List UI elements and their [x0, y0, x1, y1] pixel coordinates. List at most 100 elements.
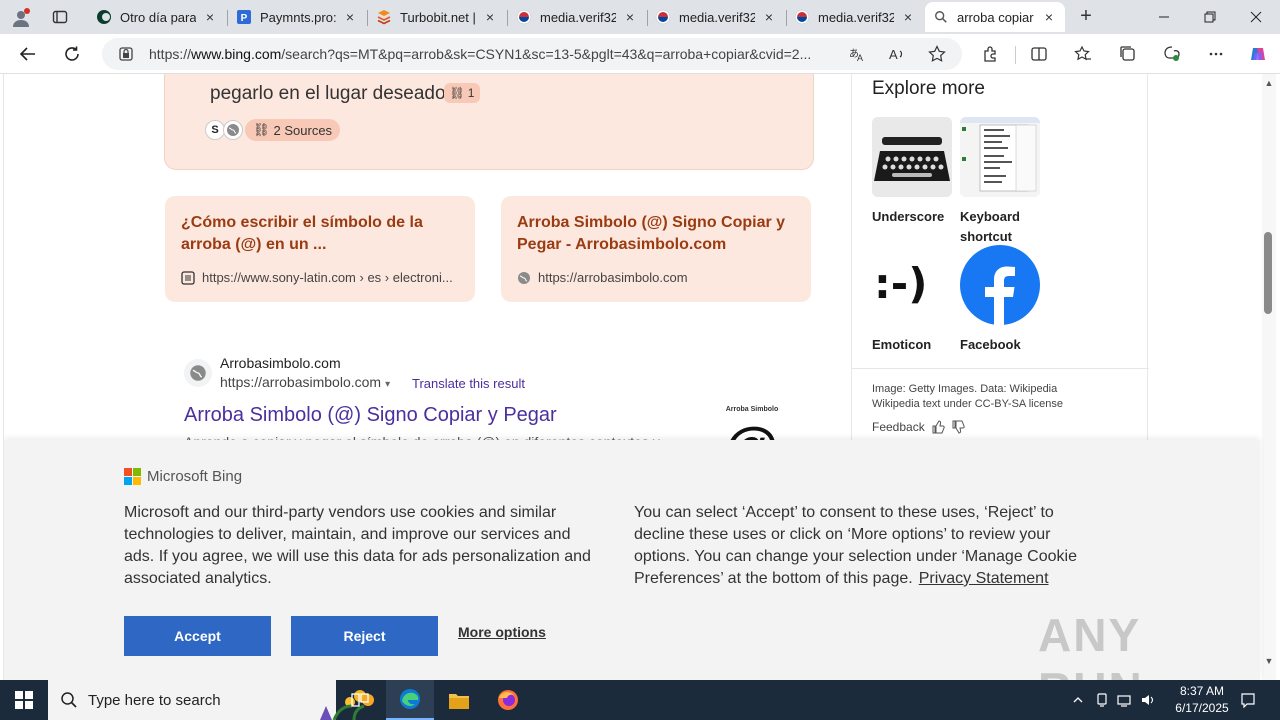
- network-icon[interactable]: [1114, 680, 1134, 720]
- split-screen-icon[interactable]: [1028, 43, 1050, 65]
- close-icon[interactable]: ×: [761, 9, 777, 25]
- citation-badge[interactable]: ⛓ 1: [444, 83, 480, 103]
- microsoft-bing-logo: Microsoft Bing: [124, 468, 242, 485]
- extensions-icon[interactable]: [980, 43, 1002, 65]
- tab-title: media.verif323: [679, 9, 755, 25]
- notifications-icon[interactable]: [1236, 680, 1260, 720]
- chevron-down-icon[interactable]: ▾: [385, 379, 390, 390]
- attribution-line: Image: Getty Images. Data: Wikipedia: [872, 383, 1058, 395]
- korea-flag-icon: [516, 9, 532, 25]
- tab-1[interactable]: P Paymnts.pro: U ×: [228, 2, 366, 32]
- thumbs-down-icon[interactable]: [951, 420, 965, 434]
- translate-result-link[interactable]: Translate this result: [412, 376, 525, 391]
- windows-start-icon[interactable]: [0, 680, 48, 720]
- globe-icon: [517, 271, 531, 285]
- tab-title: media.verif323: [540, 9, 616, 25]
- url-text[interactable]: https://www.bing.com/search?qs=MT&pq=arr…: [149, 46, 839, 62]
- source-card-url: https://www.sony-latin.com › es › electr…: [181, 270, 453, 285]
- svg-text:P: P: [241, 13, 248, 24]
- minimize-icon[interactable]: [1141, 0, 1187, 34]
- taskbar-search-box[interactable]: Type here to search: [48, 680, 374, 720]
- thumbs-up-icon[interactable]: [931, 420, 945, 434]
- translate-icon[interactable]: あA: [848, 45, 866, 63]
- svg-text:A: A: [857, 53, 863, 63]
- collections-icon[interactable]: [1117, 43, 1139, 65]
- tab-6-active[interactable]: arroba copiar - ×: [925, 2, 1065, 32]
- back-icon[interactable]: [14, 40, 42, 68]
- read-aloud-icon[interactable]: A: [888, 45, 906, 63]
- tab-title: media.verif323: [818, 9, 894, 25]
- feedback-row: Feedback: [872, 420, 965, 434]
- microsoft-logo-icon: [124, 468, 141, 485]
- window-close-icon[interactable]: [1233, 0, 1279, 34]
- profile-avatar-icon[interactable]: [8, 5, 34, 31]
- page-content: pegarlo en el lugar deseado. ⛓ 1 S ⛓ 2 Sou…: [0, 74, 1280, 680]
- tab-2[interactable]: Turbobit.net | F ×: [368, 2, 506, 32]
- svg-text:A: A: [889, 47, 898, 62]
- panel-divider: [852, 368, 1149, 369]
- feedback-label: Feedback: [872, 420, 925, 434]
- emoticon-image: :-): [872, 245, 952, 325]
- volume-icon[interactable]: [1138, 680, 1158, 720]
- tab-0[interactable]: Otro día para ×: [88, 2, 226, 32]
- file-explorer-icon[interactable]: [435, 680, 483, 720]
- tile-label: Underscore: [872, 209, 945, 224]
- search-icon: [933, 9, 949, 25]
- result-site-url[interactable]: https://arrobasimbolo.com ▾: [220, 374, 390, 390]
- source-card-arrobasimbolo[interactable]: Arroba Simbolo (@) Signo Copiar y Pegar …: [501, 196, 811, 302]
- close-icon[interactable]: ×: [482, 9, 498, 25]
- result-site-name: Arrobasimbolo.com: [220, 355, 341, 371]
- korea-flag-icon: [655, 9, 671, 25]
- typewriter-image: [872, 117, 952, 197]
- tile-keyboard-shortcut[interactable]: Keyboard shortcut: [960, 117, 1040, 247]
- address-bar[interactable]: https://www.bing.com/search?qs=MT&pq=arr…: [102, 38, 962, 70]
- result-title-link[interactable]: Arroba Simbolo (@) Signo Copiar y Pegar: [184, 404, 557, 427]
- close-icon[interactable]: ×: [202, 9, 218, 25]
- firefox-icon[interactable]: [484, 680, 532, 720]
- menu-screenshot-image: [960, 117, 1040, 197]
- more-menu-icon[interactable]: [1205, 43, 1227, 65]
- restore-icon[interactable]: [1187, 0, 1233, 34]
- tab-5[interactable]: media.verif323 ×: [786, 2, 924, 32]
- tab-3[interactable]: media.verif323 ×: [508, 2, 646, 32]
- tile-facebook[interactable]: Facebook: [960, 245, 1040, 355]
- tray-chevron-up-icon[interactable]: [1068, 680, 1088, 720]
- favorite-star-icon[interactable]: [928, 45, 946, 63]
- reject-button[interactable]: Reject: [291, 616, 438, 656]
- close-icon[interactable]: ×: [1041, 9, 1057, 25]
- more-options-link[interactable]: More options: [458, 624, 546, 640]
- lock-icon[interactable]: [118, 46, 134, 62]
- close-icon[interactable]: ×: [622, 9, 638, 25]
- tab-4[interactable]: media.verif323 ×: [647, 2, 785, 32]
- scroll-down-icon[interactable]: ▼: [1262, 656, 1276, 668]
- close-icon[interactable]: ×: [900, 9, 916, 25]
- citation-count: 1: [467, 86, 475, 100]
- emoticon-glyph: :-): [874, 259, 928, 308]
- sources-row[interactable]: S ⛓ 2 Sources: [205, 118, 341, 142]
- edge-taskbar-icon[interactable]: [386, 680, 434, 720]
- url-path: /search?qs=MT&pq=arrob&sk=CSYN1&sc=13-5&…: [281, 46, 812, 62]
- favorites-icon[interactable]: [1072, 43, 1094, 65]
- copilot-icon[interactable]: [1247, 43, 1269, 65]
- source-card-title[interactable]: ¿Cómo escribir el símbolo de la arroba (…: [181, 212, 459, 256]
- privacy-statement-link[interactable]: Privacy Statement: [919, 570, 1049, 587]
- browser-essentials-icon[interactable]: [1161, 43, 1183, 65]
- scrollbar-thumb[interactable]: [1264, 232, 1272, 314]
- close-icon[interactable]: ×: [342, 9, 358, 25]
- new-tab-button[interactable]: +: [1074, 6, 1098, 28]
- p-square-icon: P: [236, 9, 252, 25]
- tray-device-icon[interactable]: [1092, 680, 1112, 720]
- refresh-icon[interactable]: [58, 40, 86, 68]
- vertical-scrollbar[interactable]: ▲ ▼: [1262, 74, 1276, 680]
- task-view-icon[interactable]: [336, 680, 384, 720]
- tile-emoticon[interactable]: :-) Emoticon: [872, 245, 952, 355]
- globe-icon: [184, 359, 212, 387]
- source-card-title[interactable]: Arroba Simbolo (@) Signo Copiar y Pegar …: [517, 212, 795, 256]
- accept-button[interactable]: Accept: [124, 616, 271, 656]
- scroll-up-icon[interactable]: ▲: [1262, 78, 1276, 90]
- tab-actions-icon[interactable]: [48, 6, 72, 28]
- sources-pill[interactable]: ⛓ 2 Sources: [245, 119, 341, 141]
- tile-underscore[interactable]: Underscore: [872, 117, 952, 227]
- source-card-sony[interactable]: ¿Cómo escribir el símbolo de la arroba (…: [165, 196, 475, 302]
- taskbar-clock[interactable]: 8:37 AM 6/17/2025: [1162, 683, 1242, 717]
